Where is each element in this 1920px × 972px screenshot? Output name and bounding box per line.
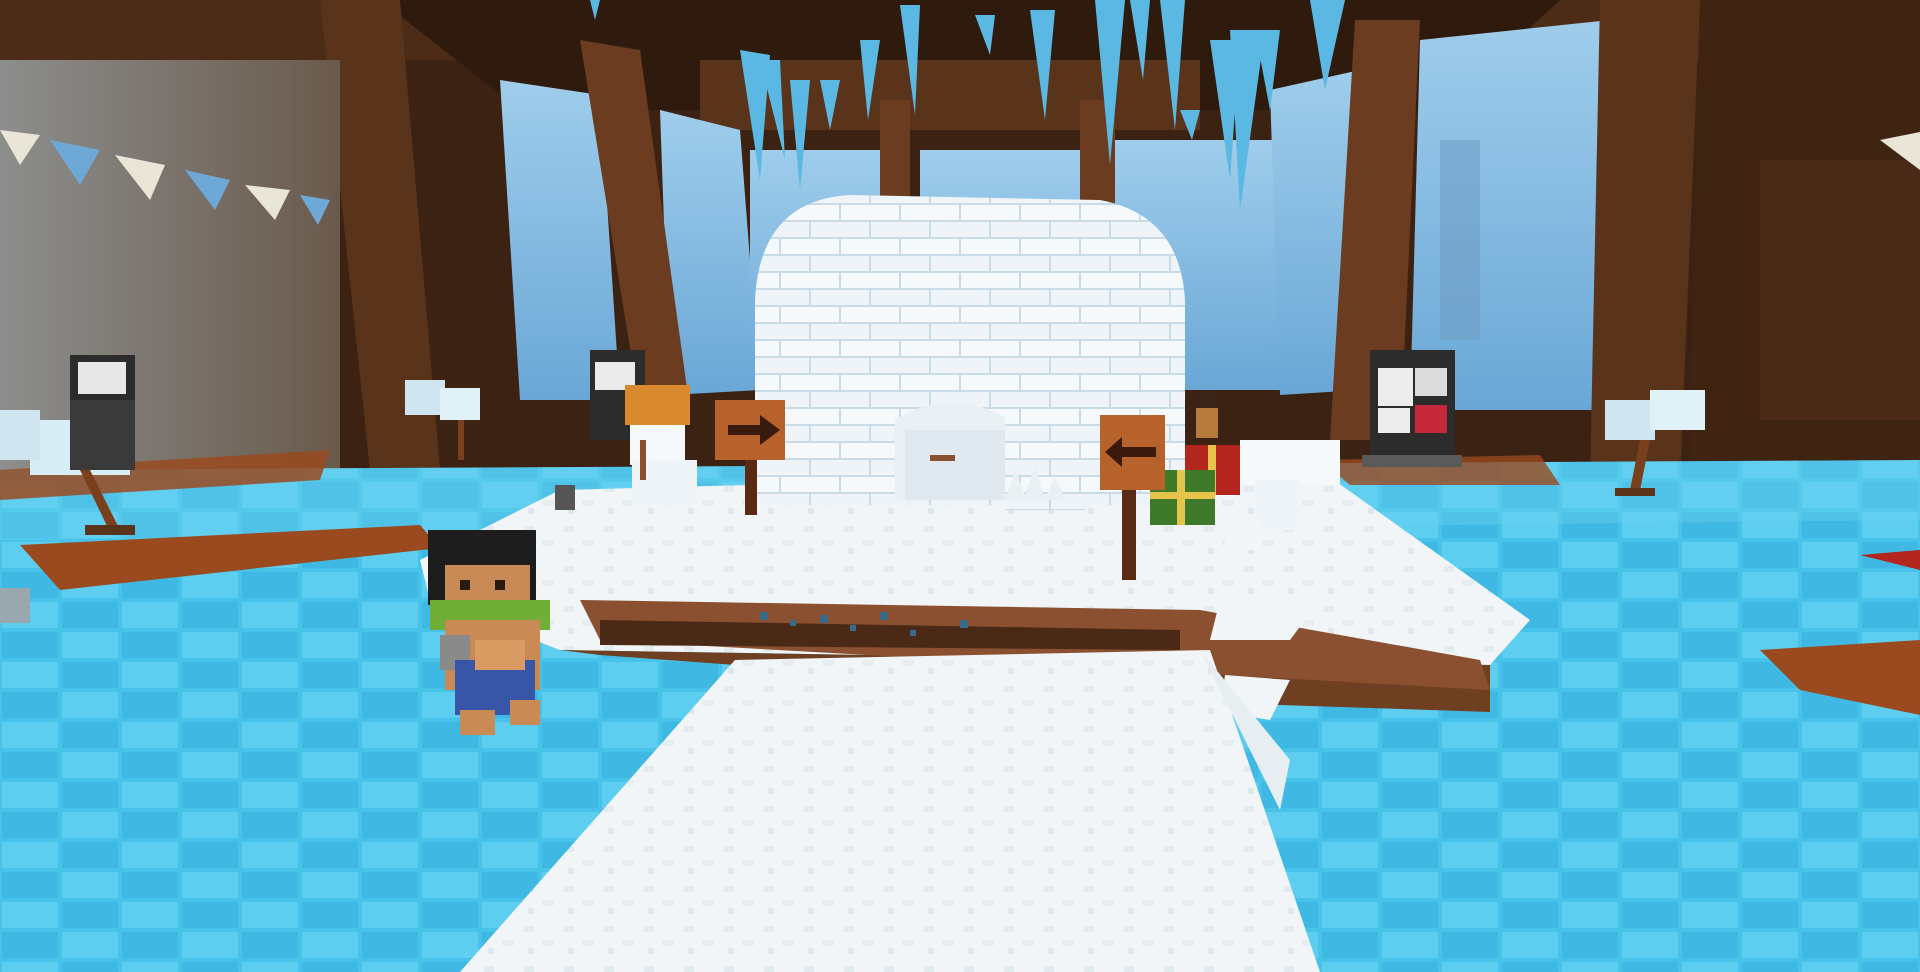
shovel-item[interactable] [555, 485, 575, 510]
game-viewport[interactable] [0, 0, 1920, 972]
npc-villager[interactable] [1196, 390, 1218, 438]
info-kiosk-right[interactable] [1362, 350, 1462, 467]
stone-block [0, 588, 30, 623]
info-kiosk-left[interactable] [70, 355, 135, 470]
